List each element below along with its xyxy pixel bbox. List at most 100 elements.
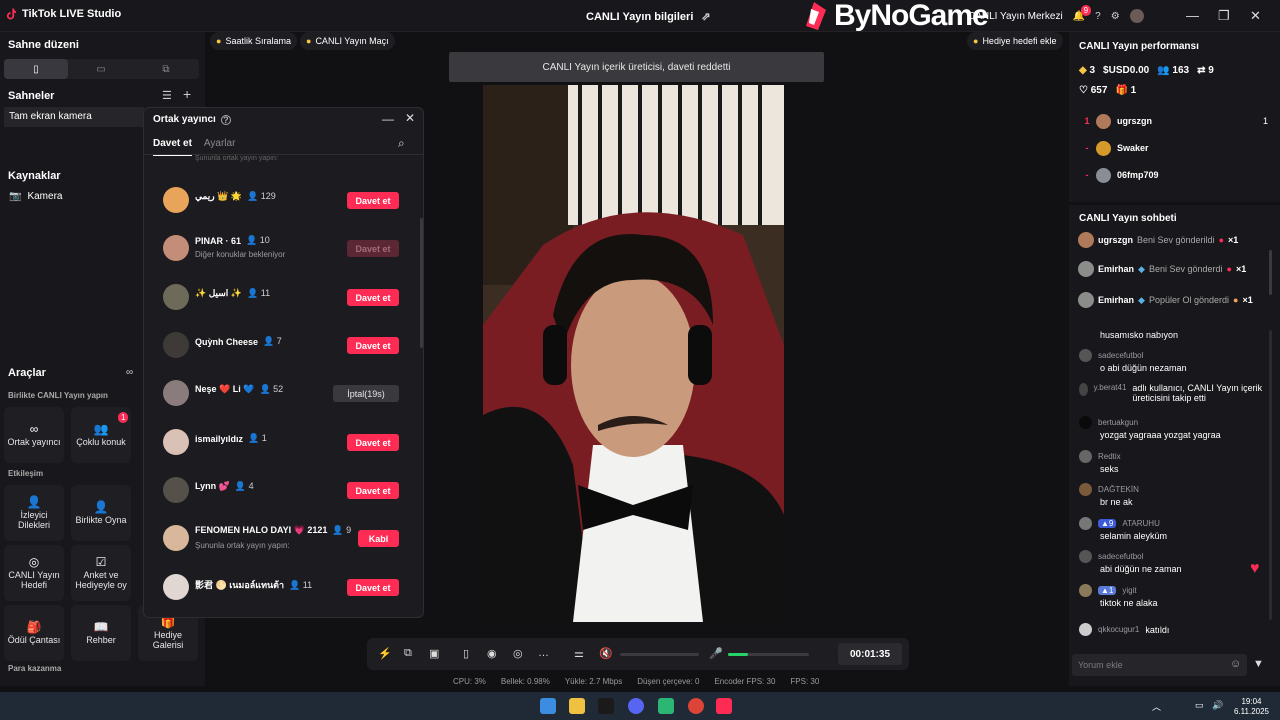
invite-button[interactable]: Davet et <box>347 434 399 451</box>
avatar <box>1079 349 1092 362</box>
app-title: TikTok LIVE Studio <box>22 8 122 20</box>
gift-user: ugrszgn <box>1098 235 1133 245</box>
tool-live-goal[interactable]: ◎ CANLI Yayın Hedefi <box>4 545 64 601</box>
phone-icon[interactable]: ▯ <box>463 647 469 660</box>
invite-button[interactable]: Davet et <box>347 192 399 209</box>
effects-icon[interactable]: ⧉ <box>404 647 412 660</box>
infinity-icon[interactable]: ∞ <box>126 367 133 378</box>
diamond-icon: ◆ <box>1079 65 1087 76</box>
source-item-camera[interactable]: 📷 Kamera <box>9 191 62 202</box>
taskbar-clock[interactable]: 19:04 6.11.2025 <box>1234 697 1269 717</box>
tool-play-together[interactable]: 👤 Birlikte Oyna <box>71 485 131 541</box>
modal-scrollbar[interactable] <box>420 218 423 348</box>
tool-poll[interactable]: ☑ Anket ve Hediyeyle oy <box>71 545 131 601</box>
avatar[interactable] <box>1129 9 1144 23</box>
tool-multi-guest[interactable]: 👥 Çoklu konuk 1 <box>71 407 131 463</box>
scene-layout-title: Sahne düzeni <box>8 39 79 51</box>
row-name-text: PINAR · 61 <box>195 235 242 246</box>
row-name: FENOMEN HALO DAYI 💗 2121 👤 9 <box>195 525 351 536</box>
emoji-icon[interactable]: ☺ <box>1230 658 1241 670</box>
layout-icon[interactable]: ▣ <box>429 647 439 660</box>
leaderboard-row[interactable]: - 06fmp709 <box>1078 165 1268 185</box>
partial-row-sub: Şununla ortak yayın yapın: <box>195 155 278 162</box>
row-sub: Diğer konuklar bekleniyor <box>195 250 286 259</box>
filter-icon[interactable]: ▼ <box>1253 658 1264 670</box>
poll-icon: ☑ <box>95 554 107 569</box>
terminal-icon[interactable] <box>598 698 614 714</box>
scene-item[interactable]: Tam ekran kamera <box>4 107 144 127</box>
speaker-volume-slider[interactable] <box>620 653 699 656</box>
magic-icon[interactable]: ⚡ <box>378 647 392 660</box>
leaderboard-row[interactable]: 1 ugrszgn 1 <box>1078 111 1268 131</box>
tool-viewer-requests[interactable]: 👤 İzleyici Dilekleri <box>4 485 64 541</box>
sliders-icon[interactable]: ⚌ <box>574 647 584 660</box>
gift-row: Emirhan ◆ Beni Sev gönderdi ● ×1 <box>1078 258 1273 280</box>
folder-icon[interactable] <box>569 698 585 714</box>
rank: - <box>1085 143 1089 153</box>
leaderboard-row[interactable]: - Swaker <box>1078 138 1268 158</box>
tool-cohost[interactable]: ∞ Ortak yayıncı <box>4 407 64 463</box>
brand-text: ByNoGame <box>834 0 989 32</box>
discord-icon[interactable] <box>628 698 644 714</box>
accept-button[interactable]: Kabl <box>358 530 399 547</box>
chat-scrollbar[interactable] <box>1269 330 1272 620</box>
volume-icon[interactable]: 🔊 <box>1212 700 1223 711</box>
chevron-up-icon[interactable]: ︿ <box>1152 700 1161 713</box>
more-icon[interactable]: … <box>538 647 549 659</box>
avatar <box>163 332 189 358</box>
close-icon[interactable]: ✕ <box>1250 8 1261 24</box>
maximize-icon[interactable]: ❐ <box>1218 8 1230 24</box>
capture-icon[interactable]: ◎ <box>513 647 523 660</box>
tool-guide[interactable]: 📖 Rehber <box>71 605 131 661</box>
avatar <box>1079 623 1092 636</box>
start-icon[interactable] <box>540 698 556 714</box>
chrome-icon[interactable] <box>688 698 704 714</box>
list-icon[interactable]: ☰ <box>162 89 172 102</box>
cancel-invite-button[interactable]: İptal(19s) <box>333 385 399 402</box>
layout-portrait-button[interactable]: ▯ <box>4 59 68 79</box>
link-icon: ∞ <box>29 421 39 436</box>
row-name: Quỳnh Cheese 👤 7 <box>195 336 282 347</box>
live-info-header[interactable]: CANLI Yayın bilgileri ⇗ <box>586 10 711 24</box>
minimize-icon[interactable]: — <box>1186 8 1199 23</box>
info-icon[interactable]: ? <box>220 114 231 125</box>
hourly-rank-pill[interactable]: ● Saatlik Sıralama <box>210 32 297 50</box>
avatar <box>1079 483 1092 496</box>
row-name: ismailyıldız 👤 1 <box>195 433 267 444</box>
bell-icon[interactable]: 🔔 9 <box>1073 4 1092 22</box>
invite-button[interactable]: Davet et <box>347 337 399 354</box>
gift-goal-pill[interactable]: ● Hediye hedefi ekle <box>967 32 1063 50</box>
message-user: sadecefutbol <box>1098 351 1144 360</box>
app-icon[interactable] <box>658 698 674 714</box>
share-icon[interactable]: ⇗ <box>701 10 710 23</box>
layout-landscape-button[interactable]: ▭ <box>69 59 133 79</box>
invite-button[interactable]: Davet et <box>347 482 399 499</box>
mic-icon[interactable]: 🎤 <box>709 647 723 660</box>
search-icon[interactable]: ⌕ <box>398 136 405 151</box>
mic-volume-slider[interactable] <box>728 653 809 656</box>
gift-icon: 🎁 <box>1115 85 1128 96</box>
help-icon[interactable]: ? <box>1095 11 1101 22</box>
leader-name: ugrszgn <box>1117 116 1152 126</box>
live-center-link[interactable]: CANLI Yayın Merkezi <box>968 11 1063 22</box>
layout-split-button[interactable]: ⧉ <box>134 59 198 79</box>
modal-minimize-icon[interactable]: — <box>382 112 394 126</box>
invite-button[interactable]: Davet et <box>347 579 399 596</box>
speaker-muted-icon[interactable]: 🔇 <box>599 647 613 660</box>
comment-input[interactable]: Yorum ekle <box>1072 654 1247 676</box>
tiktok-taskbar-icon[interactable] <box>716 698 732 714</box>
tool-label: Rehber <box>86 634 116 645</box>
invite-button[interactable]: Davet et <box>347 289 399 306</box>
avatar <box>163 429 189 455</box>
add-scene-icon[interactable]: + <box>183 86 191 102</box>
network-icon[interactable]: ▭ <box>1195 700 1204 711</box>
tool-reward-bag[interactable]: 🎒 Ödül Çantası <box>4 605 64 661</box>
gear-icon[interactable]: ⚙ <box>1111 11 1120 22</box>
level-value: 1 <box>1108 586 1114 595</box>
live-match-pill[interactable]: ● CANLI Yayın Maçı <box>300 32 395 50</box>
modal-close-icon[interactable]: ✕ <box>405 111 415 125</box>
record-icon[interactable]: ◉ <box>487 647 497 660</box>
gift-scrollbar[interactable] <box>1269 250 1272 295</box>
leader-name: Swaker <box>1117 143 1149 153</box>
gift-icon: 🎁 <box>160 614 176 629</box>
